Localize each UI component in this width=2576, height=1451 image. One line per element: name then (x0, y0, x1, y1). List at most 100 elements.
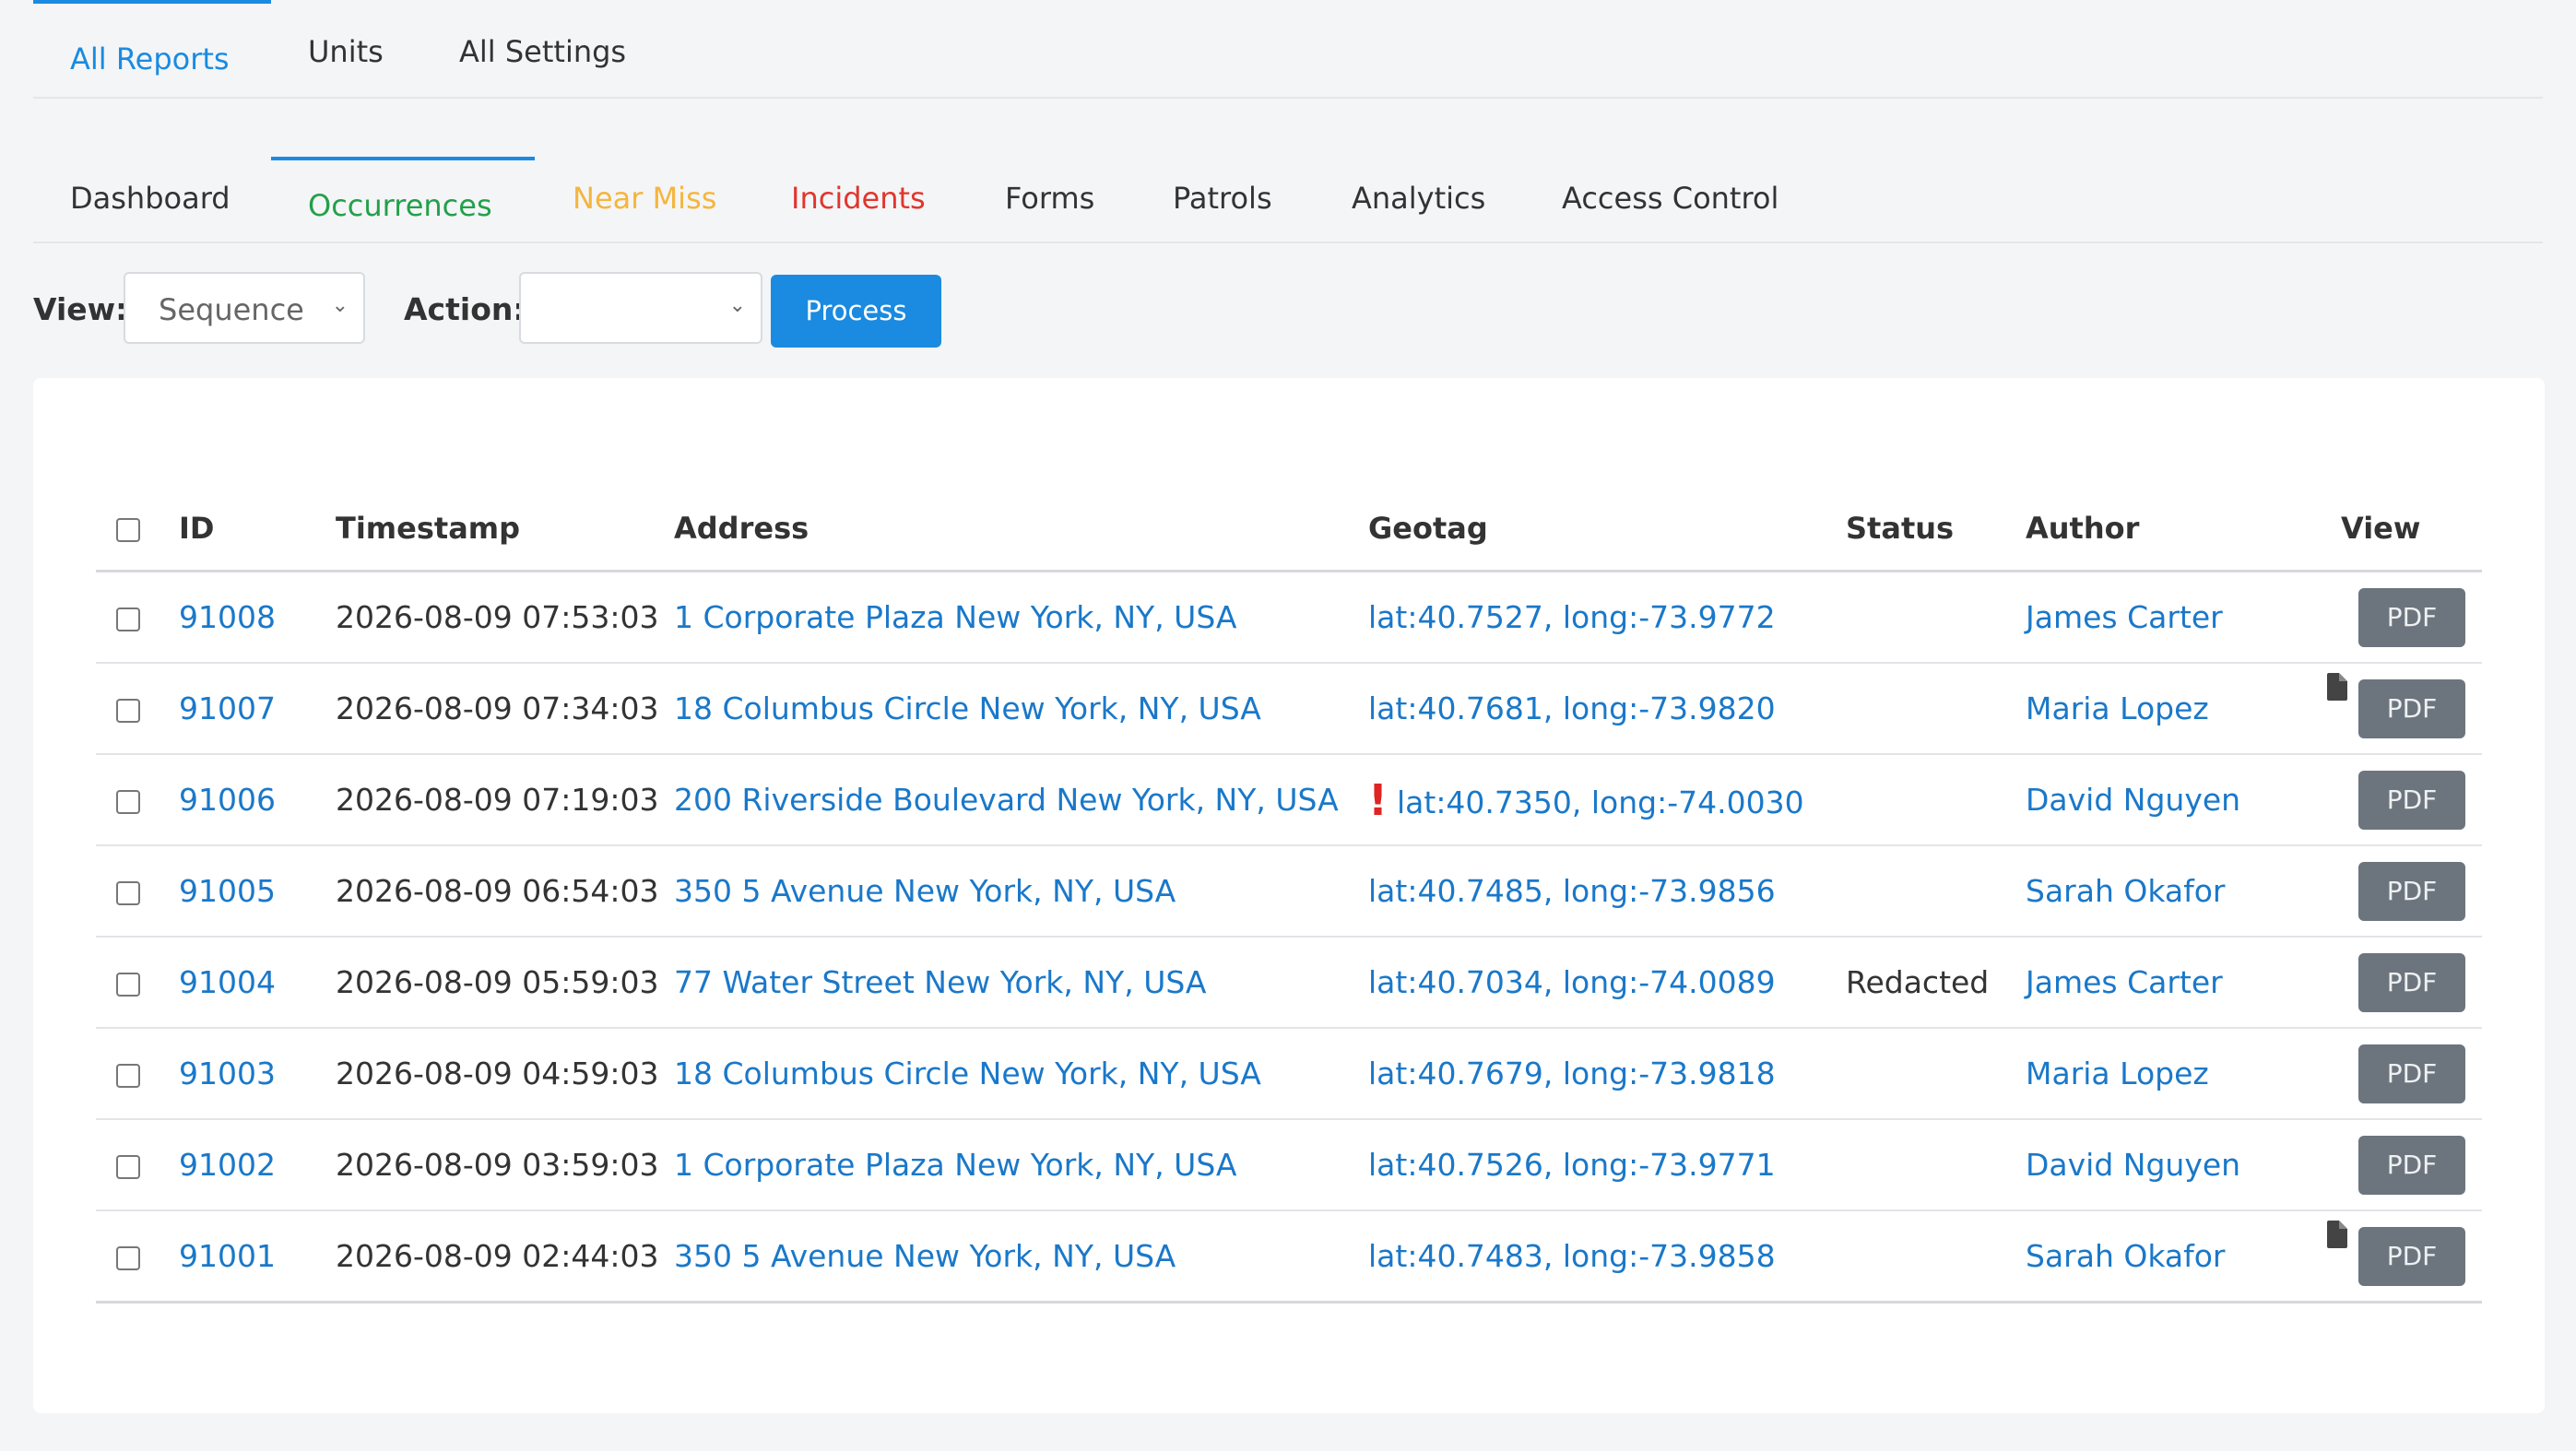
table-header-row: ID Timestamp Address Geotag Status Autho… (96, 487, 2482, 572)
tab-patrols[interactable]: Patrols (1173, 157, 1272, 242)
timestamp-text: 2026-08-09 05:59:03 (336, 964, 659, 1000)
address-link[interactable]: 77 Water Street New York, NY, USA (674, 964, 1206, 1000)
report-id-link[interactable]: 91006 (179, 782, 276, 818)
timestamp-text: 2026-08-09 06:54:03 (336, 873, 659, 909)
address-link[interactable]: 18 Columbus Circle New York, NY, USA (674, 690, 1261, 726)
column-header-status[interactable]: Status (1846, 487, 2026, 572)
tab-incidents[interactable]: Incidents (791, 157, 926, 242)
author-link[interactable]: Sarah Okafor (2026, 873, 2225, 909)
report-id-link[interactable]: 91007 (179, 690, 276, 726)
geotag-link[interactable]: lat:40.7483, long:-73.9858 (1368, 1238, 1776, 1274)
report-id-link[interactable]: 91003 (179, 1056, 276, 1091)
row-checkbox[interactable] (116, 880, 140, 905)
timestamp-text: 2026-08-09 02:44:03 (336, 1238, 659, 1274)
pdf-button[interactable]: PDF (2358, 952, 2465, 1012)
view-select[interactable]: Sequence ⌄ (124, 272, 365, 344)
table-row: 91005 2026-08-09 06:54:03 350 5 Avenue New… (96, 845, 2482, 938)
action-label: Action: (404, 291, 526, 327)
view-label: View: (33, 291, 128, 327)
author-link[interactable]: David Nguyen (2026, 1147, 2240, 1183)
action-select[interactable]: ⌄ (519, 272, 762, 344)
column-header-id[interactable]: ID (179, 487, 336, 572)
geotag-link[interactable]: lat:40.7485, long:-73.9856 (1368, 873, 1776, 909)
geotag-link[interactable]: lat:40.7526, long:-73.9771 (1368, 1147, 1776, 1183)
tab-forms[interactable]: Forms (1005, 157, 1094, 242)
tab-occurrences[interactable]: Occurrences (271, 157, 535, 242)
author-link[interactable]: Maria Lopez (2026, 690, 2209, 726)
pdf-button[interactable]: PDF (2358, 678, 2465, 738)
document-icon[interactable] (2327, 672, 2347, 708)
table-row: 91002 2026-08-09 03:59:03 1 Corporate Plaz… (96, 1119, 2482, 1211)
tab-units[interactable]: Units (308, 0, 384, 97)
row-checkbox[interactable] (116, 698, 140, 723)
report-id-link[interactable]: 91002 (179, 1147, 276, 1183)
document-icon[interactable] (2327, 1220, 2347, 1256)
author-link[interactable]: James Carter (2026, 599, 2223, 635)
chevron-down-icon: ⌄ (331, 294, 349, 317)
tab-dashboard[interactable]: Dashboard (70, 157, 230, 242)
geotag-link[interactable]: lat:40.7034, long:-74.0089 (1368, 964, 1776, 1000)
view-select-value: Sequence (159, 292, 304, 327)
address-link[interactable]: 18 Columbus Circle New York, NY, USA (674, 1056, 1261, 1091)
pdf-button[interactable]: PDF (2358, 770, 2465, 830)
report-id-link[interactable]: 91001 (179, 1238, 276, 1274)
address-link[interactable]: 200 Riverside Boulevard New York, NY, US… (674, 782, 1339, 818)
report-type-tab-bar: Dashboard Occurrences Near Miss Incident… (33, 157, 2543, 243)
report-id-link[interactable]: 91008 (179, 599, 276, 635)
author-link[interactable]: James Carter (2026, 964, 2223, 1000)
pdf-button[interactable]: PDF (2358, 587, 2465, 647)
geotag-link[interactable]: lat:40.7681, long:-73.9820 (1368, 690, 1776, 726)
warning-icon: ! (1368, 774, 1388, 825)
timestamp-text: 2026-08-09 03:59:03 (336, 1147, 659, 1183)
pdf-button[interactable]: PDF (2358, 1226, 2465, 1286)
row-checkbox[interactable] (116, 972, 140, 997)
author-link[interactable]: Sarah Okafor (2026, 1238, 2225, 1274)
timestamp-text: 2026-08-09 07:34:03 (336, 690, 659, 726)
occurrences-card: ID Timestamp Address Geotag Status Autho… (33, 378, 2545, 1413)
tab-all-reports[interactable]: All Reports (33, 0, 271, 97)
pdf-button[interactable]: PDF (2358, 1044, 2465, 1103)
report-id-link[interactable]: 91005 (179, 873, 276, 909)
geotag-link[interactable]: lat:40.7527, long:-73.9772 (1368, 599, 1776, 635)
status-text: Redacted (1846, 964, 1990, 1000)
column-header-view: View (2302, 487, 2482, 572)
row-checkbox[interactable] (116, 1063, 140, 1088)
author-link[interactable]: Maria Lopez (2026, 1056, 2209, 1091)
tab-analytics[interactable]: Analytics (1352, 157, 1485, 242)
column-header-author[interactable]: Author (2026, 487, 2302, 572)
address-link[interactable]: 350 5 Avenue New York, NY, USA (674, 873, 1176, 909)
row-checkbox[interactable] (116, 789, 140, 814)
address-link[interactable]: 1 Corporate Plaza New York, NY, USA (674, 1147, 1236, 1183)
geotag-link[interactable]: lat:40.7350, long:-74.0030 (1397, 784, 1804, 820)
table-row: 91003 2026-08-09 04:59:03 18 Columbus Circ… (96, 1028, 2482, 1120)
address-link[interactable]: 350 5 Avenue New York, NY, USA (674, 1238, 1176, 1274)
tab-access-control[interactable]: Access Control (1562, 157, 1778, 242)
column-header-geotag[interactable]: Geotag (1368, 487, 1846, 572)
address-link[interactable]: 1 Corporate Plaza New York, NY, USA (674, 599, 1236, 635)
top-tab-bar: All Reports Units All Settings (33, 0, 2543, 99)
tab-near-miss[interactable]: Near Miss (573, 157, 716, 242)
table-row: 91004 2026-08-09 05:59:03 77 Water Street … (96, 937, 2482, 1029)
row-checkbox[interactable] (116, 607, 140, 631)
process-button[interactable]: Process (771, 275, 941, 348)
timestamp-text: 2026-08-09 04:59:03 (336, 1056, 659, 1091)
table-row: 91006 2026-08-09 07:19:03 200 Riverside Bo… (96, 754, 2482, 846)
occurrences-table: ID Timestamp Address Geotag Status Autho… (96, 487, 2482, 1304)
geotag-link[interactable]: lat:40.7679, long:-73.9818 (1368, 1056, 1776, 1091)
column-header-address[interactable]: Address (674, 487, 1368, 572)
report-id-link[interactable]: 91004 (179, 964, 276, 1000)
chevron-down-icon: ⌄ (728, 294, 746, 317)
tab-all-settings[interactable]: All Settings (459, 0, 626, 97)
table-row: 91007 2026-08-09 07:34:03 18 Columbus Circ… (96, 663, 2482, 755)
row-checkbox[interactable] (116, 1154, 140, 1179)
pdf-button[interactable]: PDF (2358, 1135, 2465, 1195)
table-row: 91001 2026-08-09 02:44:03 350 5 Avenue New… (96, 1210, 2482, 1304)
column-header-timestamp[interactable]: Timestamp (336, 487, 674, 572)
row-checkbox[interactable] (116, 1245, 140, 1270)
table-row: 91008 2026-08-09 07:53:03 1 Corporate Plaz… (96, 571, 2482, 664)
select-all-checkbox[interactable] (116, 518, 140, 542)
timestamp-text: 2026-08-09 07:19:03 (336, 782, 659, 818)
timestamp-text: 2026-08-09 07:53:03 (336, 599, 659, 635)
pdf-button[interactable]: PDF (2358, 861, 2465, 921)
author-link[interactable]: David Nguyen (2026, 782, 2240, 818)
